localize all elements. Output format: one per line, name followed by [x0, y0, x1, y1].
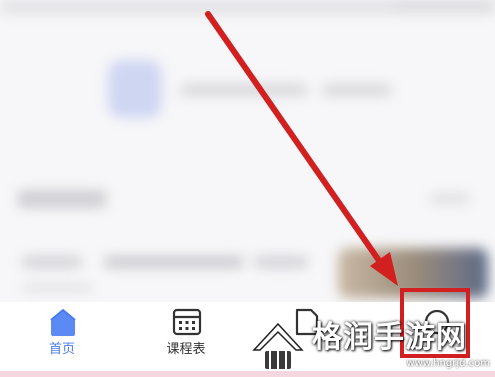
schedule-icon	[172, 308, 202, 336]
site-watermark: 格润手游网 www.hngrjd.com	[248, 318, 493, 377]
list-item-text-2	[104, 256, 244, 268]
watermark-title: 格润手游网	[312, 320, 467, 355]
section-title-blurred	[18, 190, 106, 208]
feature-card-icon	[108, 60, 162, 118]
section-more-link-blurred	[430, 194, 470, 204]
blurred-content	[0, 0, 495, 305]
tab-schedule[interactable]: 课程表	[146, 302, 226, 372]
watermark-logo-icon	[252, 322, 304, 371]
list-item-text-3	[254, 256, 308, 268]
app-screen: 首页 课程表 格润手游网 www.hngrjd.com	[0, 0, 495, 377]
feature-card-text	[180, 84, 308, 96]
top-bar-right-blurred	[395, 0, 495, 10]
home-icon	[50, 309, 76, 336]
list-item-text-1	[22, 256, 82, 268]
tab-home-label: 首页	[48, 342, 75, 357]
tab-schedule-label: 课程表	[166, 342, 206, 357]
watermark-url: www.hngrjd.com	[406, 358, 490, 369]
tab-home[interactable]: 首页	[22, 302, 102, 372]
list-item-subtext	[22, 284, 92, 292]
feature-card-subtext	[322, 84, 392, 96]
